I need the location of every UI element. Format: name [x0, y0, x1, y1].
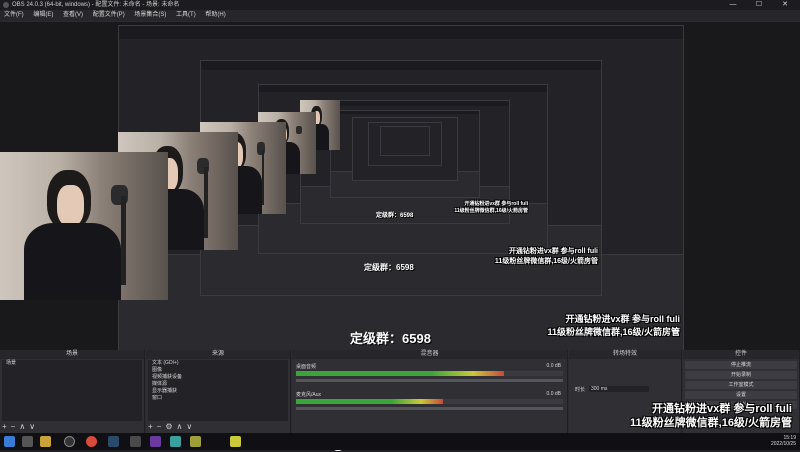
- promo-text-large: 开通钻粉进vx群 参与roll fuli 11级粉丝牌微信群,16级/火箭房管: [547, 314, 680, 337]
- mixer-title: 混音器: [292, 350, 567, 359]
- controls-title: 控件: [683, 350, 799, 359]
- app-icon[interactable]: [170, 436, 181, 447]
- down-icon[interactable]: ∨: [186, 422, 192, 431]
- remove-icon[interactable]: −: [157, 422, 162, 431]
- volume-meter: [296, 399, 563, 404]
- window-title: OBS 24.0.3 (64-bit, windows) - 配置文件: 未命名…: [12, 2, 180, 8]
- obs-window: OBS 24.0.3 (64-bit, windows) - 配置文件: 未命名…: [0, 0, 800, 451]
- app-icon[interactable]: [150, 436, 161, 447]
- scenes-list[interactable]: 场景: [2, 360, 142, 421]
- source-item[interactable]: 窗口: [148, 395, 288, 402]
- group-text-mid: 定级群：6598: [364, 263, 414, 272]
- studio-mode-button[interactable]: 工作室模式: [685, 381, 797, 389]
- title-bar: OBS 24.0.3 (64-bit, windows) - 配置文件: 未命名…: [0, 0, 800, 10]
- system-clock[interactable]: 15:19 2022/10/25: [771, 435, 796, 447]
- menu-profile[interactable]: 配置文件(P): [89, 10, 129, 21]
- clock-date: 2022/10/25: [770, 441, 796, 447]
- volume-slider[interactable]: [296, 407, 563, 410]
- menu-bar: 文件(F) 编辑(E) 查看(V) 配置文件(P) 场景集合(S) 工具(T) …: [0, 10, 800, 21]
- maximize-button[interactable]: ☐: [746, 0, 772, 10]
- scene-item[interactable]: 场景: [2, 360, 142, 367]
- menu-view[interactable]: 查看(V): [59, 10, 87, 21]
- app-icon[interactable]: [130, 436, 141, 447]
- channel-db: 0.0 dB: [546, 391, 561, 397]
- preview-canvas[interactable]: 定级群：6598 定级群：6598 定级群：6598 开通钻粉进vx群 参与ro…: [0, 22, 800, 350]
- scenes-title: 场景: [0, 350, 144, 359]
- start-recording-button[interactable]: 开始录制: [685, 371, 797, 379]
- volume-level: [296, 371, 505, 376]
- dock-area: 场景 场景 + − ∧ ∨ 来源 文本 (GDI+) 图像 视频捕获设备 媒体源 显示…: [0, 350, 800, 451]
- obs-icon[interactable]: [64, 436, 75, 447]
- gear-icon[interactable]: ⚙: [165, 422, 172, 431]
- down-icon[interactable]: ∨: [29, 422, 35, 431]
- up-icon[interactable]: ∧: [19, 422, 25, 431]
- stop-streaming-button[interactable]: 停止推流: [685, 361, 797, 369]
- obs-logo-icon: [3, 2, 9, 8]
- promo-text-mid: 开通钻粉进vx群 参与roll fuli 11级粉丝牌微信群,16级/火箭房管: [494, 248, 598, 265]
- volume-meter: [296, 371, 563, 376]
- minimize-button[interactable]: —: [720, 0, 746, 10]
- add-icon[interactable]: +: [2, 422, 7, 431]
- mixer-panel: 混音器 桌面音频 0.0 dB 麦克风/Aux 0.0 dB: [292, 350, 568, 433]
- volume-slider[interactable]: [296, 379, 563, 382]
- windows-start-icon[interactable]: [4, 436, 15, 447]
- group-text-large: 定级群：6598: [350, 331, 431, 346]
- sources-title: 来源: [146, 350, 290, 359]
- duration-field[interactable]: 300 ms: [589, 386, 649, 392]
- app-icon[interactable]: [230, 436, 241, 447]
- volume-level: [296, 399, 443, 404]
- sources-panel: 来源 文本 (GDI+) 图像 视频捕获设备 媒体源 显示器捕获 窗口 + − ⚙ ∧…: [146, 350, 291, 433]
- search-icon[interactable]: [22, 436, 33, 447]
- settings-button[interactable]: 设置: [685, 391, 797, 399]
- source-item[interactable]: 图像: [148, 367, 288, 374]
- app-icon[interactable]: [190, 436, 201, 447]
- remove-icon[interactable]: −: [11, 422, 16, 431]
- up-icon[interactable]: ∧: [177, 422, 183, 431]
- sources-toolbar: + − ⚙ ∧ ∨: [148, 422, 196, 432]
- channel-name: 桌面音频: [296, 364, 317, 370]
- sources-list[interactable]: 文本 (GDI+) 图像 视频捕获设备 媒体源 显示器捕获 窗口: [148, 360, 288, 421]
- webcam-feed: [0, 152, 168, 300]
- channel-name: 麦克风/Aux: [296, 392, 322, 398]
- chrome-icon[interactable]: [86, 436, 97, 447]
- scenes-toolbar: + − ∧ ∨: [2, 422, 39, 432]
- steam-icon[interactable]: [108, 436, 119, 447]
- windows-taskbar: 15:19 2022/10/25: [0, 433, 800, 450]
- menu-scene-collection[interactable]: 场景集合(S): [130, 10, 170, 21]
- channel-db: 0.0 dB: [546, 363, 561, 369]
- promo-text: 开通钻粉进vx群 参与roll fuli 11级粉丝牌微信群,16级/火箭房管: [630, 402, 792, 430]
- nested-preview-8: [380, 126, 430, 156]
- source-item[interactable]: 文本 (GDI+): [148, 360, 288, 367]
- source-item[interactable]: 媒体源: [148, 381, 288, 388]
- source-item[interactable]: 显示器捕获: [148, 388, 288, 395]
- menu-edit[interactable]: 编辑(E): [29, 10, 57, 21]
- close-button[interactable]: ✕: [772, 0, 798, 10]
- promo-line-2: 11级粉丝牌微信群,16级/火箭房管: [630, 417, 792, 429]
- source-item[interactable]: 视频捕获设备: [148, 374, 288, 381]
- promo-line-1: 开通钻粉进vx群 参与roll fuli: [652, 403, 792, 415]
- menu-tools[interactable]: 工具(T): [172, 10, 200, 21]
- menu-help[interactable]: 帮助(H): [201, 10, 229, 21]
- add-icon[interactable]: +: [148, 422, 153, 431]
- menu-file[interactable]: 文件(F): [0, 10, 28, 21]
- duration-label: 时长: [575, 387, 586, 393]
- promo-text-small: 开通钻粉进vx群 参与roll fuli 11级粉丝牌微信群,16级/火箭房管: [454, 201, 528, 214]
- transitions-title: 转场特效: [569, 350, 681, 359]
- scenes-panel: 场景 场景 + − ∧ ∨: [0, 350, 145, 433]
- file-explorer-icon[interactable]: [40, 436, 51, 447]
- group-text-small: 定级群：6598: [376, 213, 414, 219]
